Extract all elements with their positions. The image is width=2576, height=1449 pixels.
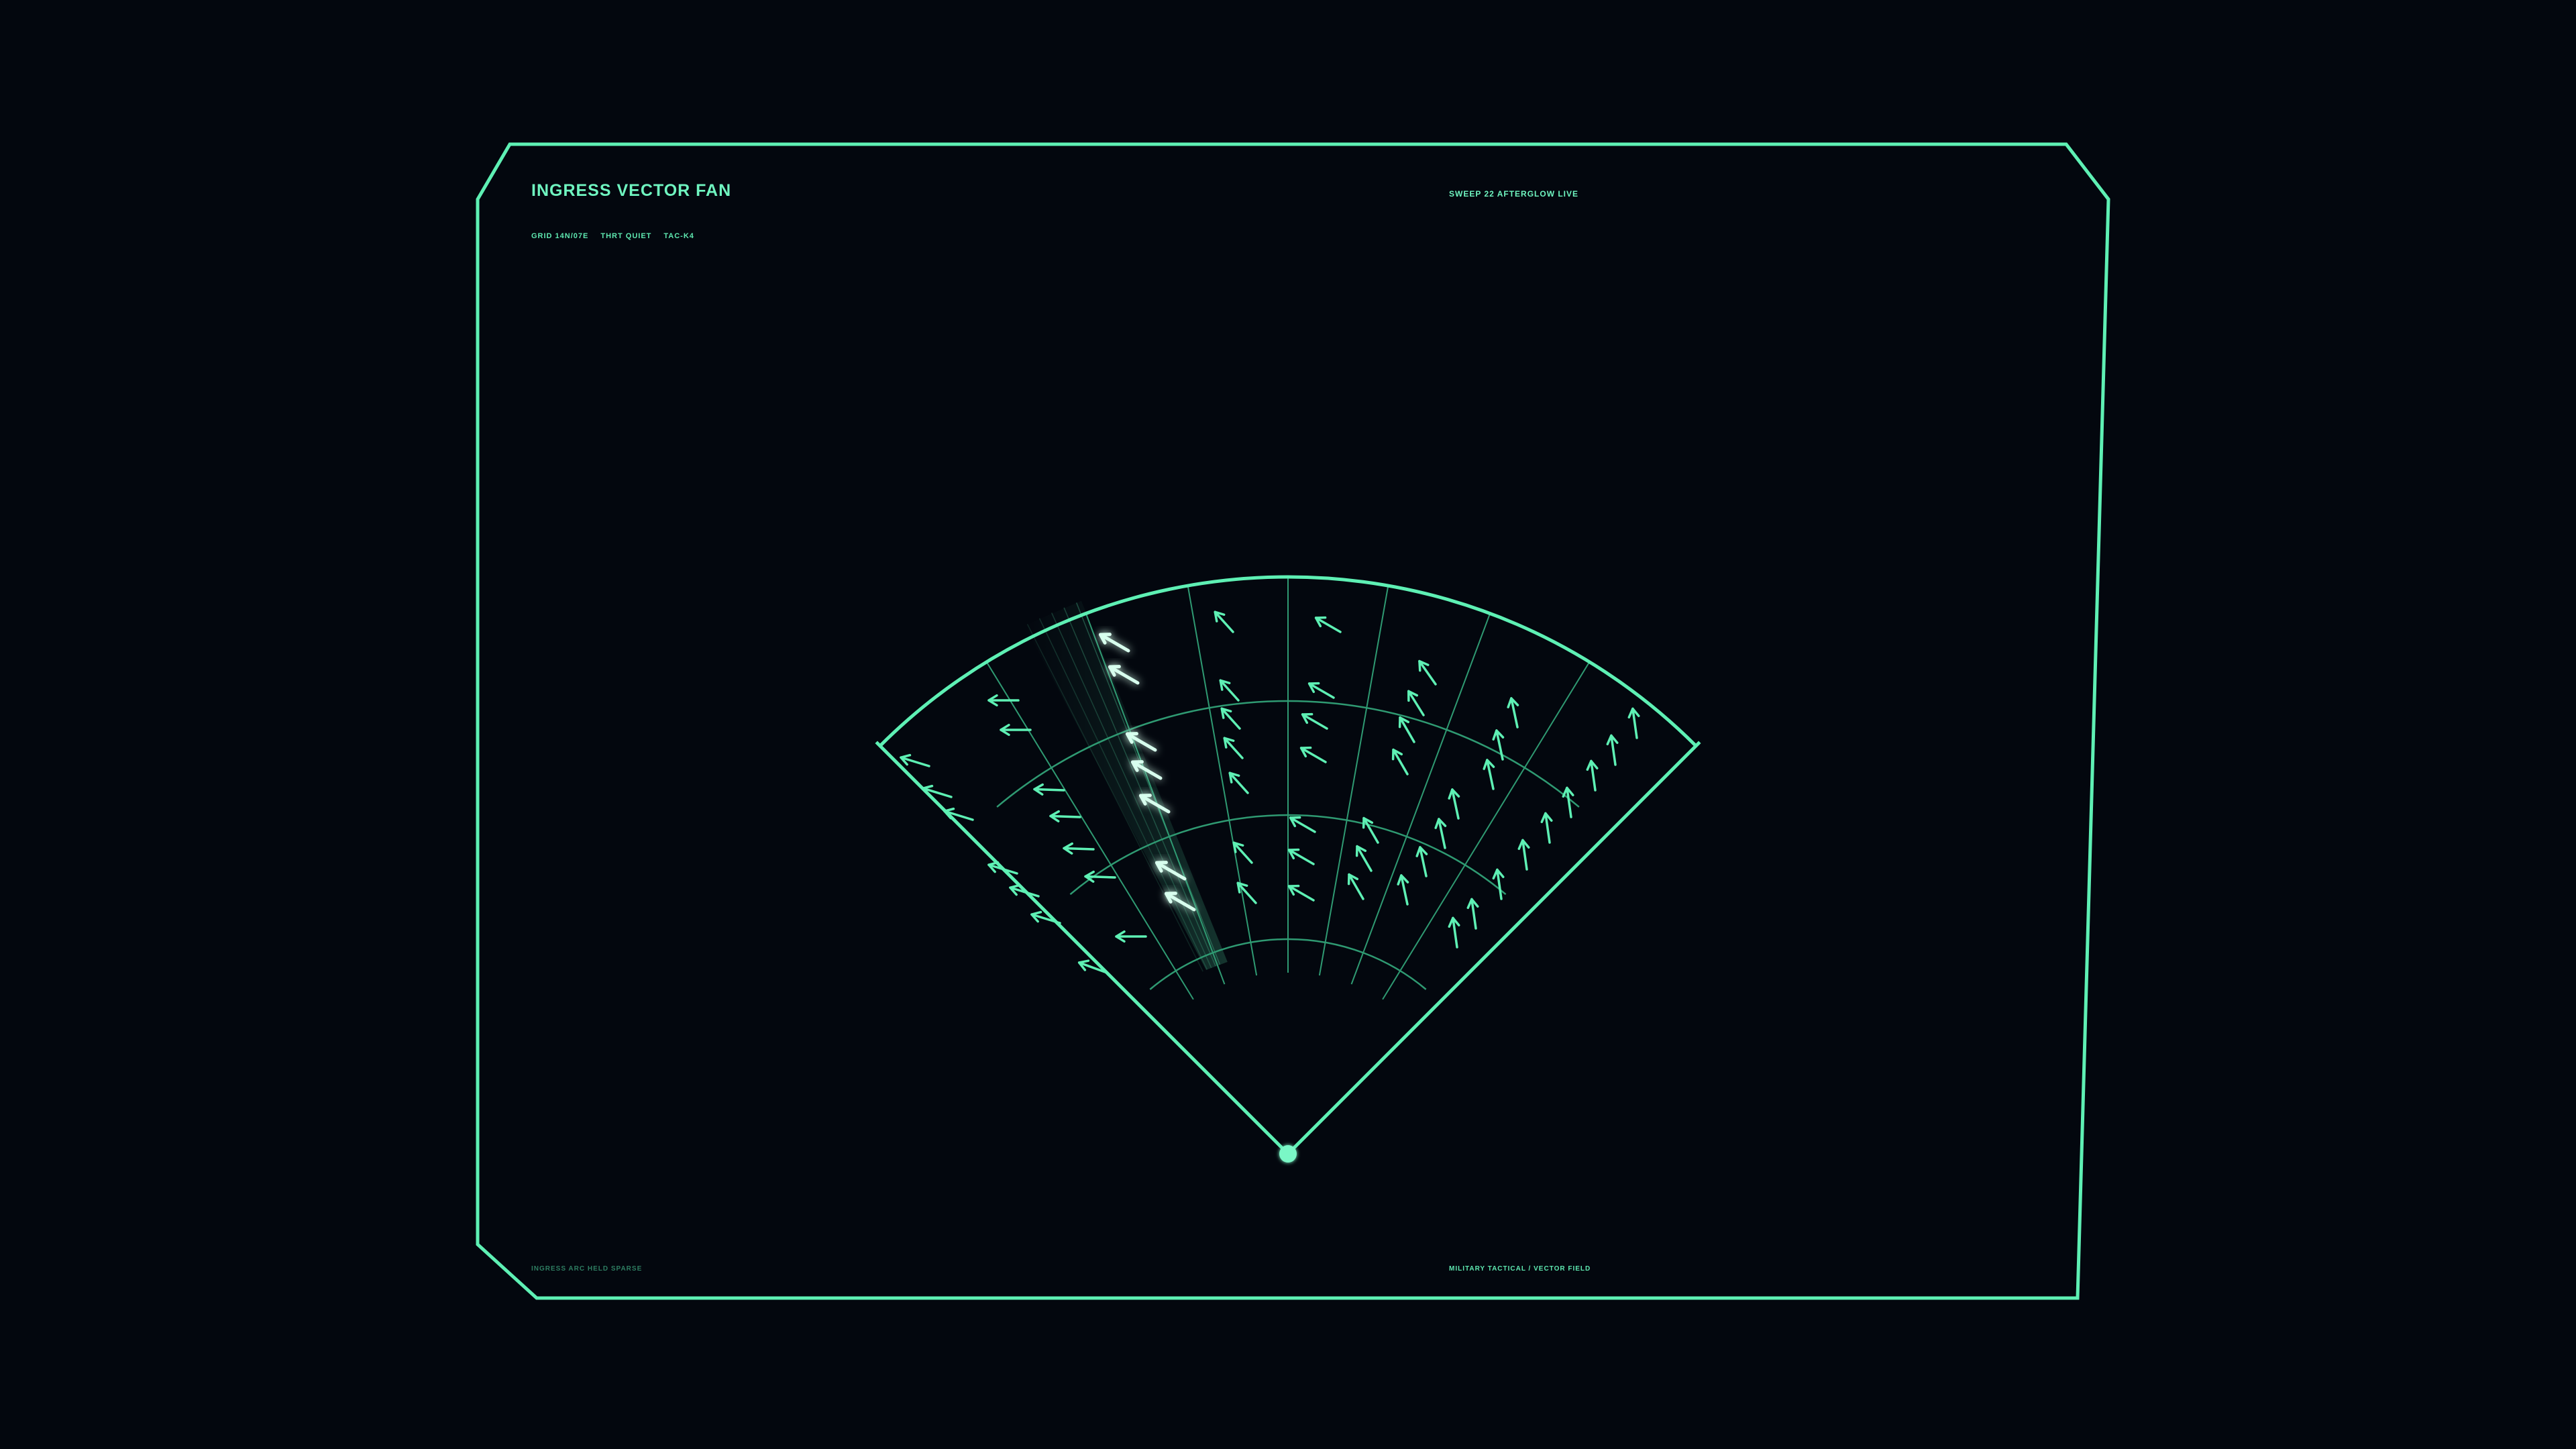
arrow-icon: [1063, 842, 1095, 855]
arrow-icon: [1223, 737, 1244, 759]
arrow-icon: [987, 694, 1020, 707]
vector-fan-display: [476, 142, 2110, 1300]
arrow-icon: [1287, 848, 1315, 865]
sweep-trail-line: [1075, 602, 1221, 965]
arrow-icon: [1084, 870, 1116, 883]
arrow-icon: [1397, 874, 1409, 906]
grid-reference: GRID 14N/07E: [531, 232, 589, 240]
arrow-icon: [987, 861, 1018, 875]
arrow-icon: [1009, 883, 1040, 898]
footer-right-caption: MILITARY TACTICAL / VECTOR FIELD: [1449, 1265, 1591, 1273]
sweep-afterglow: [1024, 600, 1228, 972]
arrow-icon: [1415, 846, 1428, 877]
tac-code: TAC-K4: [663, 232, 694, 240]
arrow-icon: [1287, 884, 1315, 902]
arrow-icon: [943, 807, 974, 821]
arrow-icon: [1391, 748, 1409, 775]
sweep-trail-line: [1051, 612, 1212, 968]
status-meta: GRID 14N/07E THRT QUIET TAC-K4: [531, 232, 706, 240]
arrow-icon: [1492, 868, 1505, 900]
vector-field: [900, 610, 1640, 974]
arrow-icon: [1299, 746, 1327, 763]
frame-border: [476, 142, 2110, 1300]
arrow-icon: [1398, 716, 1415, 743]
sweep-status: SWEEP 22 AFTERGLOW LIVE: [1449, 189, 1579, 199]
arrow-icon: [1448, 788, 1460, 820]
arrow-icon: [1606, 734, 1619, 766]
sweep-wedge: [1024, 600, 1228, 970]
sweep-trail-line: [1038, 618, 1208, 970]
arrow-icon: [1627, 707, 1640, 739]
arrow-icon: [1220, 707, 1241, 730]
arrow-icon: [1507, 697, 1519, 729]
bearing-spoke: [1382, 661, 1591, 1000]
bearing-spoke: [1085, 613, 1226, 985]
arrow-icon: [1219, 679, 1240, 702]
arrow-shaft: [1084, 875, 1116, 879]
arrow-icon: [1466, 898, 1479, 930]
arrow-icon: [1347, 873, 1364, 900]
arrow-icon: [1483, 759, 1495, 790]
arrow-icon: [1033, 783, 1065, 796]
footer-left-caption: INGRESS ARC HELD SPARSE: [531, 1265, 643, 1273]
arrow-icon: [1236, 881, 1257, 904]
arrow-icon: [1418, 659, 1437, 686]
arrow-icon: [1407, 690, 1425, 716]
arrow-icon: [1362, 816, 1379, 844]
origin-dot-icon: [1279, 1145, 1297, 1163]
arrow-icon: [1301, 712, 1328, 730]
arrow-icon: [900, 753, 930, 767]
arrow-shaft: [1063, 847, 1095, 851]
arrow-icon: [1214, 610, 1234, 633]
arrow-icon: [1540, 812, 1553, 844]
arrow-icon: [1049, 810, 1081, 822]
arrow-shaft: [1049, 814, 1081, 818]
arrow-icon: [1562, 786, 1574, 818]
arrow-icon: [1289, 816, 1316, 833]
arrow-icon: [1448, 916, 1460, 949]
arrow-icon: [1492, 729, 1505, 761]
arrow-icon: [1586, 759, 1599, 792]
arrow-icon: [1517, 839, 1530, 871]
arrow-icon: [1115, 930, 1147, 943]
bearing-spoke: [1318, 585, 1389, 976]
arrow-icon: [1314, 616, 1342, 633]
fan-grid: [875, 575, 1701, 1155]
arrow-icon: [1434, 818, 1447, 849]
page-title: INGRESS VECTOR FAN: [531, 181, 732, 200]
arrow-icon: [1228, 771, 1249, 794]
arrow-icon: [1307, 682, 1335, 699]
arrow-shaft: [1033, 788, 1065, 792]
arrow-icon: [1355, 845, 1373, 872]
threat-state: THRT QUIET: [600, 232, 652, 240]
arrow-icon: [1098, 633, 1130, 653]
arrow-icon: [1108, 665, 1140, 685]
